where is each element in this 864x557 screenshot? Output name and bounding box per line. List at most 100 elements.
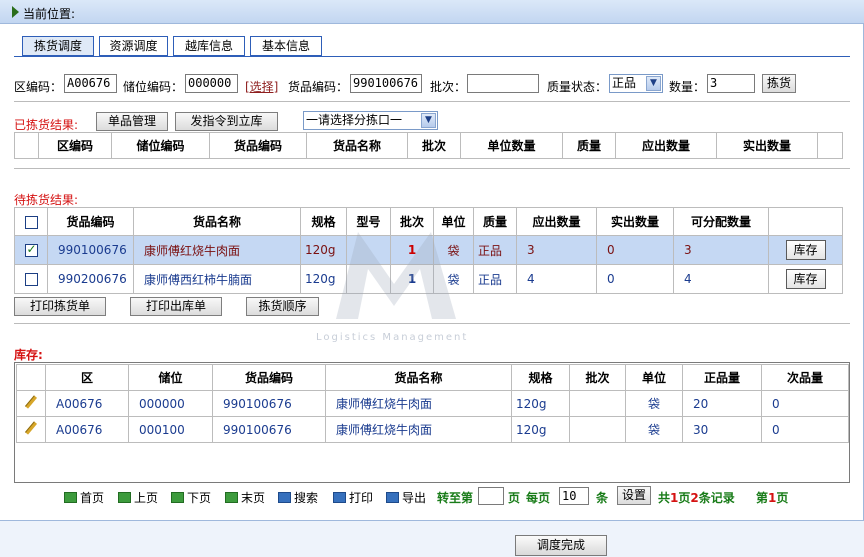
tab-pick-schedule[interactable]: 拣货调度 xyxy=(22,36,94,56)
dispatch-complete-button[interactable]: 调度完成 xyxy=(515,535,607,556)
batch-label: 批次： xyxy=(430,80,467,94)
select-link[interactable]: [选择] xyxy=(245,78,278,95)
goods-code-cell: 990200676 xyxy=(47,264,134,294)
picked-col-goods-code: 货品编码 xyxy=(209,132,307,159)
quality-cell: 正品 xyxy=(473,264,517,294)
picked-col-extra xyxy=(817,132,843,159)
unit-cell: 袋 xyxy=(433,235,474,265)
pencil-icon[interactable] xyxy=(24,421,38,435)
pager-print[interactable]: 打印 xyxy=(333,489,373,505)
picked-col-check xyxy=(14,132,39,159)
next-page-icon xyxy=(171,492,184,503)
stock-col-unit: 单位 xyxy=(625,364,683,391)
goto-label: 转至第 xyxy=(437,491,474,505)
picked-col-due: 应出数量 xyxy=(615,132,717,159)
pager-prev[interactable]: 上页 xyxy=(118,489,158,505)
total-records: 2 xyxy=(690,491,699,505)
spec-cell: 120g xyxy=(511,416,570,443)
model-cell xyxy=(346,264,391,294)
good-qty-cell: 20 xyxy=(682,390,762,417)
goods-code-input[interactable]: 990100676 xyxy=(350,74,422,93)
area-code-label: 区编码： xyxy=(14,80,63,94)
stock-col-goods-name: 货品名称 xyxy=(325,364,512,391)
checkbox-checked[interactable] xyxy=(24,242,38,257)
checkbox[interactable] xyxy=(24,215,38,229)
stock-col-slot: 储位 xyxy=(128,364,213,391)
pager-last-label: 末页 xyxy=(241,491,266,505)
batch-cell xyxy=(569,390,626,417)
pending-col-quality: 质量 xyxy=(473,207,517,236)
location-label: 当前位置: xyxy=(23,7,76,21)
area-code-input[interactable]: A00676 xyxy=(64,74,117,93)
due-cell: 3 xyxy=(516,235,597,265)
table-row[interactable]: A00676 000100 990100676 康师傅红烧牛肉面 120g 袋 … xyxy=(16,416,849,443)
pager-first[interactable]: 首页 xyxy=(64,489,104,505)
spec-cell: 120g xyxy=(300,235,347,265)
print-outbound-button[interactable]: 打印出库单 xyxy=(130,297,222,316)
sort-port-select-value: 一请选择分拣口一 xyxy=(306,113,403,127)
pending-col-action xyxy=(768,207,843,236)
chevron-down-icon[interactable]: ▼ xyxy=(421,113,436,128)
pager-export-label: 导出 xyxy=(402,491,427,505)
pick-button[interactable]: 拣货 xyxy=(762,74,796,93)
table-row[interactable]: 990200676 康师傅西红柿牛腩面 120g 1 袋 正品 4 0 4 库存 xyxy=(14,264,843,294)
pager-next[interactable]: 下页 xyxy=(171,489,211,505)
slot-code-input[interactable]: 000000 xyxy=(185,74,238,93)
tab-basic-info[interactable]: 基本信息 xyxy=(250,36,322,56)
goods-code-cell: 990100676 xyxy=(212,416,326,443)
divider xyxy=(14,323,850,324)
watermark-text: Logistics Management xyxy=(316,332,468,343)
record-summary: 共1页2条记录 xyxy=(658,489,735,505)
tab-resource-schedule[interactable]: 资源调度 xyxy=(99,36,168,56)
current-suffix: 页 xyxy=(776,491,789,505)
goods-name-cell: 康师傅红烧牛肉面 xyxy=(325,416,512,443)
tab-underline xyxy=(14,56,850,57)
per-page-input[interactable]: 10 xyxy=(559,487,589,505)
picked-col-quality: 质量 xyxy=(562,132,616,159)
print-pick-list-button[interactable]: 打印拣货单 xyxy=(14,297,106,316)
table-row[interactable]: 990100676 康师傅红烧牛肉面 120g 1 袋 正品 3 0 3 库存 xyxy=(14,235,843,265)
quality-select[interactable]: 正品 ▼ xyxy=(609,74,663,93)
actual-cell: 0 xyxy=(596,235,674,265)
pending-select-all[interactable] xyxy=(14,207,48,236)
quantity-input[interactable]: 3 xyxy=(707,74,755,93)
pending-col-model: 型号 xyxy=(346,207,391,236)
batch-input[interactable] xyxy=(467,74,539,93)
single-item-manage-button[interactable]: 单品管理 xyxy=(96,112,168,131)
picked-table: 区编码 储位编码 货品编码 货品名称 批次 单位数量 质量 应出数量 实出数量 xyxy=(14,132,843,159)
sort-port-select[interactable]: 一请选择分拣口一 ▼ xyxy=(303,111,438,130)
pending-col-due: 应出数量 xyxy=(516,207,597,236)
stock-title: 库存: xyxy=(14,348,43,362)
per-page-label: 每页 xyxy=(526,491,551,505)
pager-first-label: 首页 xyxy=(80,491,105,505)
send-to-warehouse-button[interactable]: 发指令到立库 xyxy=(175,112,278,131)
pending-col-unit: 单位 xyxy=(433,207,474,236)
pager-search[interactable]: 搜索 xyxy=(278,489,318,505)
checkbox[interactable] xyxy=(24,273,38,286)
goods-name-cell: 康师傅红烧牛肉面 xyxy=(325,390,512,417)
edit-cell[interactable] xyxy=(16,390,46,417)
stock-col-area: 区 xyxy=(45,364,129,391)
stock-button[interactable]: 库存 xyxy=(785,269,826,289)
row-checkbox-cell[interactable] xyxy=(14,235,48,265)
item-unit-label: 条 xyxy=(596,491,609,505)
picked-col-batch: 批次 xyxy=(407,132,461,159)
pick-order-button[interactable]: 拣货顺序 xyxy=(246,297,319,316)
batch-cell xyxy=(569,416,626,443)
tab-cross-dock[interactable]: 越库信息 xyxy=(173,36,245,56)
table-row[interactable]: A00676 000000 990100676 康师傅红烧牛肉面 120g 袋 … xyxy=(16,390,849,417)
pager-last[interactable]: 末页 xyxy=(225,489,265,505)
stock-button[interactable]: 库存 xyxy=(785,240,826,260)
pencil-icon[interactable] xyxy=(24,395,38,409)
row-checkbox-cell[interactable] xyxy=(14,264,48,294)
action-cell: 库存 xyxy=(768,264,843,294)
chevron-down-icon[interactable]: ▼ xyxy=(646,76,661,91)
summary-mid1: 页 xyxy=(678,491,691,505)
edit-cell[interactable] xyxy=(16,416,46,443)
pending-col-goods-name: 货品名称 xyxy=(133,207,301,236)
actual-cell: 0 xyxy=(596,264,674,294)
set-button[interactable]: 设置 xyxy=(617,486,651,505)
bad-qty-cell: 0 xyxy=(761,416,849,443)
goto-page-input[interactable] xyxy=(478,487,504,505)
pager-export[interactable]: 导出 xyxy=(386,489,426,505)
